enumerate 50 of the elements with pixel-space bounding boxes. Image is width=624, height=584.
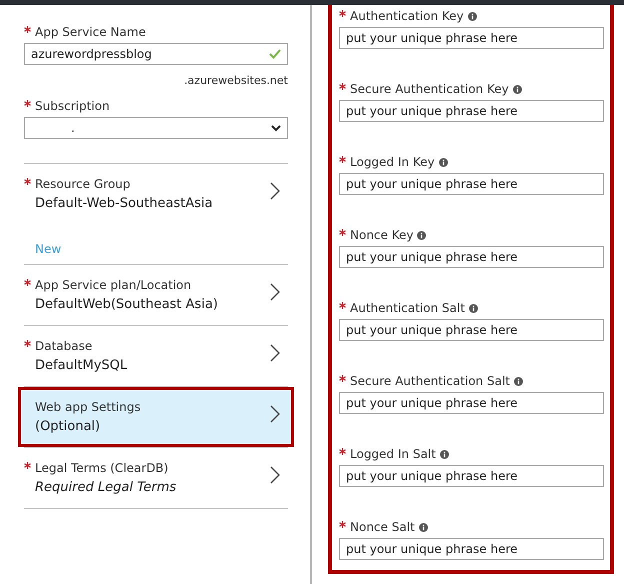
field-value: DefaultMySQL bbox=[35, 358, 128, 373]
input-field[interactable]: put your unique phrase here bbox=[339, 392, 604, 414]
nav-item[interactable]: Resource Group Default-Web-SoutheastAsia bbox=[21, 164, 291, 224]
field-label: Logged In Key bbox=[350, 155, 435, 169]
input-field[interactable]: azurewordpressblog bbox=[24, 43, 288, 65]
domain-suffix: .azurewebsites.net bbox=[184, 74, 288, 87]
chevron-icon bbox=[270, 344, 280, 362]
info-icon[interactable] bbox=[468, 304, 478, 312]
field-label: App Service plan/Location bbox=[35, 278, 192, 292]
input-field[interactable]: put your unique phrase here bbox=[339, 538, 604, 560]
field-label: Database bbox=[35, 339, 92, 353]
field-value: (Optional) bbox=[35, 419, 102, 434]
chevron-icon bbox=[270, 466, 280, 484]
caret-icon bbox=[271, 124, 281, 132]
field-label: Secure Authentication Key bbox=[350, 82, 509, 96]
field-value: Default-Web-SoutheastAsia bbox=[35, 196, 214, 211]
field-label: App Service Name bbox=[35, 25, 146, 39]
nav-item[interactable]: Database DefaultMySQL bbox=[21, 326, 291, 386]
field-label: Web app Settings bbox=[35, 400, 141, 414]
field-label: Secure Authentication Salt bbox=[350, 374, 510, 388]
input-field[interactable]: put your unique phrase here bbox=[339, 465, 604, 487]
field-value: Required Legal Terms bbox=[35, 480, 178, 495]
input-field[interactable]: put your unique phrase here bbox=[339, 27, 604, 49]
field-label: Logged In Salt bbox=[350, 447, 436, 461]
nav-item[interactable]: Legal Terms (ClearDB) Required Legal Terms bbox=[21, 448, 291, 508]
field-label: Subscription bbox=[35, 99, 110, 113]
dropdown[interactable]: . bbox=[24, 117, 288, 139]
field-label: Authentication Salt bbox=[350, 301, 465, 315]
nav-item[interactable]: App Service plan/Location DefaultWeb(Southeast Asia) bbox=[21, 265, 291, 325]
input-field[interactable]: put your unique phrase here bbox=[339, 173, 604, 195]
chevron-icon bbox=[270, 405, 280, 423]
info-icon[interactable] bbox=[438, 158, 448, 166]
chevron-icon bbox=[270, 182, 280, 200]
info-icon[interactable] bbox=[514, 376, 523, 386]
info-icon[interactable] bbox=[512, 84, 522, 94]
field-label: Authentication Key bbox=[350, 9, 464, 23]
field-label: Nonce Salt bbox=[350, 520, 415, 534]
input-field[interactable]: put your unique phrase here bbox=[339, 100, 604, 122]
field-label: Legal Terms (ClearDB) bbox=[35, 461, 168, 475]
info-icon[interactable] bbox=[417, 230, 426, 240]
field-label: Nonce Key bbox=[350, 228, 414, 242]
info-icon[interactable] bbox=[440, 450, 449, 458]
chevron-icon bbox=[270, 283, 280, 301]
field-value: DefaultWeb(Southeast Asia) bbox=[35, 297, 219, 312]
info-icon[interactable] bbox=[468, 12, 477, 20]
input-field[interactable]: put your unique phrase here bbox=[339, 246, 604, 268]
input-field[interactable]: put your unique phrase here bbox=[339, 319, 604, 341]
field-label: Resource Group bbox=[35, 177, 130, 191]
info-icon[interactable] bbox=[418, 522, 428, 532]
nav-item[interactable]: Web app Settings (Optional) bbox=[18, 387, 294, 447]
